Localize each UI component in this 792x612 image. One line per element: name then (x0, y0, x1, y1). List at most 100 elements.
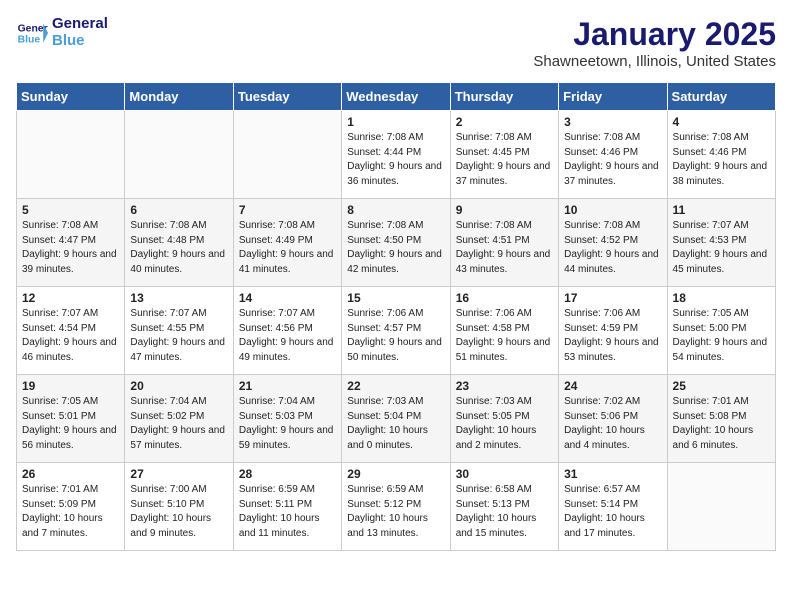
day-number: 31 (564, 467, 661, 481)
day-info: Sunrise: 7:00 AM Sunset: 5:10 PM Dayligh… (130, 483, 227, 541)
day-info: Sunrise: 7:01 AM Sunset: 5:08 PM Dayligh… (673, 395, 770, 453)
day-number: 12 (22, 291, 119, 305)
day-number: 27 (130, 467, 227, 481)
calendar-day-cell: 31Sunrise: 6:57 AM Sunset: 5:14 PM Dayli… (559, 463, 667, 551)
day-number: 24 (564, 379, 661, 393)
weekday-header: Friday (559, 83, 667, 111)
calendar-day-cell: 19 Sunrise: 7:05 AM Sunset: 5:01 PM Dayli… (17, 375, 125, 463)
svg-text:Blue: Blue (18, 34, 41, 45)
day-number: 4 (673, 115, 770, 129)
weekday-header: Sunday (17, 83, 125, 111)
calendar-day-cell: 8 Sunrise: 7:08 AM Sunset: 4:50 PM Daylig… (342, 199, 450, 287)
day-info: Sunrise: 7:06 AM Sunset: 4:59 PM Dayligh… (564, 307, 661, 365)
day-number: 11 (673, 203, 770, 217)
weekday-header: Saturday (667, 83, 775, 111)
day-number: 3 (564, 115, 661, 129)
logo: General Blue General Blue (16, 16, 108, 49)
day-info: Sunrise: 7:07 AM Sunset: 4:54 PM Dayligh… (22, 307, 119, 365)
day-info: Sunrise: 7:05 AM Sunset: 5:01 PM Dayligh… (22, 395, 119, 453)
logo-blue: Blue (52, 33, 108, 50)
calendar-day-cell: 27 Sunrise: 7:00 AM Sunset: 5:10 PM Dayli… (125, 463, 233, 551)
calendar-day-cell: 18 Sunrise: 7:05 AM Sunset: 5:00 PM Dayli… (667, 287, 775, 375)
day-info: Sunrise: 7:08 AM Sunset: 4:50 PM Dayligh… (347, 219, 444, 277)
weekday-header: Tuesday (233, 83, 341, 111)
day-number: 16 (456, 291, 553, 305)
calendar-day-cell (233, 111, 341, 199)
calendar-day-cell: 16 Sunrise: 7:06 AM Sunset: 4:58 PM Dayli… (450, 287, 558, 375)
day-number: 7 (239, 203, 336, 217)
calendar-day-cell (667, 463, 775, 551)
day-number: 8 (347, 203, 444, 217)
day-number: 22 (347, 379, 444, 393)
calendar-day-cell: 12 Sunrise: 7:07 AM Sunset: 4:54 PM Dayli… (17, 287, 125, 375)
calendar-week-row: 12 Sunrise: 7:07 AM Sunset: 4:54 PM Dayli… (17, 287, 776, 375)
day-info: Sunrise: 7:04 AM Sunset: 5:03 PM Dayligh… (239, 395, 336, 453)
day-number: 23 (456, 379, 553, 393)
day-number: 5 (22, 203, 119, 217)
calendar-week-row: 5Sunrise: 7:08 AM Sunset: 4:47 PM Daylig… (17, 199, 776, 287)
calendar-day-cell: 21 Sunrise: 7:04 AM Sunset: 5:03 PM Dayli… (233, 375, 341, 463)
calendar-title: January 2025 (533, 16, 776, 53)
day-number: 18 (673, 291, 770, 305)
calendar-week-row: 19 Sunrise: 7:05 AM Sunset: 5:01 PM Dayli… (17, 375, 776, 463)
day-info: Sunrise: 7:08 AM Sunset: 4:44 PM Dayligh… (347, 131, 444, 189)
calendar-day-cell: 30 Sunrise: 6:58 AM Sunset: 5:13 PM Dayli… (450, 463, 558, 551)
calendar-day-cell: 24Sunrise: 7:02 AM Sunset: 5:06 PM Dayli… (559, 375, 667, 463)
calendar-day-cell: 10Sunrise: 7:08 AM Sunset: 4:52 PM Dayli… (559, 199, 667, 287)
calendar-day-cell (17, 111, 125, 199)
day-info: Sunrise: 6:58 AM Sunset: 5:13 PM Dayligh… (456, 483, 553, 541)
calendar-day-cell: 1 Sunrise: 7:08 AM Sunset: 4:44 PM Daylig… (342, 111, 450, 199)
calendar-day-cell: 7Sunrise: 7:08 AM Sunset: 4:49 PM Daylig… (233, 199, 341, 287)
calendar-day-cell: 3Sunrise: 7:08 AM Sunset: 4:46 PM Daylig… (559, 111, 667, 199)
calendar-day-cell: 17 Sunrise: 7:06 AM Sunset: 4:59 PM Dayli… (559, 287, 667, 375)
day-info: Sunrise: 7:03 AM Sunset: 5:05 PM Dayligh… (456, 395, 553, 453)
calendar-week-row: 26 Sunrise: 7:01 AM Sunset: 5:09 PM Dayli… (17, 463, 776, 551)
calendar-week-row: 1 Sunrise: 7:08 AM Sunset: 4:44 PM Daylig… (17, 111, 776, 199)
day-info: Sunrise: 7:06 AM Sunset: 4:58 PM Dayligh… (456, 307, 553, 365)
day-number: 15 (347, 291, 444, 305)
logo-icon: General Blue (16, 17, 48, 49)
day-number: 13 (130, 291, 227, 305)
day-info: Sunrise: 7:06 AM Sunset: 4:57 PM Dayligh… (347, 307, 444, 365)
weekday-header-row: SundayMondayTuesdayWednesdayThursdayFrid… (17, 83, 776, 111)
day-number: 14 (239, 291, 336, 305)
day-number: 6 (130, 203, 227, 217)
calendar-day-cell: 11 Sunrise: 7:07 AM Sunset: 4:53 PM Dayli… (667, 199, 775, 287)
title-block: January 2025 Shawneetown, Illinois, Unit… (533, 16, 776, 70)
day-info: Sunrise: 7:08 AM Sunset: 4:45 PM Dayligh… (456, 131, 553, 189)
day-number: 2 (456, 115, 553, 129)
calendar-day-cell: 28Sunrise: 6:59 AM Sunset: 5:11 PM Dayli… (233, 463, 341, 551)
weekday-header: Thursday (450, 83, 558, 111)
day-number: 10 (564, 203, 661, 217)
day-info: Sunrise: 7:08 AM Sunset: 4:51 PM Dayligh… (456, 219, 553, 277)
calendar-day-cell: 22Sunrise: 7:03 AM Sunset: 5:04 PM Dayli… (342, 375, 450, 463)
logo-general: General (52, 16, 108, 33)
day-number: 1 (347, 115, 444, 129)
day-number: 25 (673, 379, 770, 393)
day-number: 26 (22, 467, 119, 481)
day-info: Sunrise: 7:08 AM Sunset: 4:46 PM Dayligh… (673, 131, 770, 189)
day-info: Sunrise: 7:04 AM Sunset: 5:02 PM Dayligh… (130, 395, 227, 453)
calendar-table: SundayMondayTuesdayWednesdayThursdayFrid… (16, 82, 776, 551)
calendar-subtitle: Shawneetown, Illinois, United States (533, 53, 776, 70)
calendar-day-cell: 25 Sunrise: 7:01 AM Sunset: 5:08 PM Dayli… (667, 375, 775, 463)
day-info: Sunrise: 7:07 AM Sunset: 4:53 PM Dayligh… (673, 219, 770, 277)
day-info: Sunrise: 7:05 AM Sunset: 5:00 PM Dayligh… (673, 307, 770, 365)
day-number: 19 (22, 379, 119, 393)
calendar-day-cell: 14Sunrise: 7:07 AM Sunset: 4:56 PM Dayli… (233, 287, 341, 375)
day-number: 29 (347, 467, 444, 481)
calendar-day-cell: 15 Sunrise: 7:06 AM Sunset: 4:57 PM Dayli… (342, 287, 450, 375)
day-number: 9 (456, 203, 553, 217)
day-number: 17 (564, 291, 661, 305)
day-info: Sunrise: 6:59 AM Sunset: 5:11 PM Dayligh… (239, 483, 336, 541)
day-number: 30 (456, 467, 553, 481)
day-info: Sunrise: 7:01 AM Sunset: 5:09 PM Dayligh… (22, 483, 119, 541)
page-header: General Blue General Blue January 2025 S… (16, 16, 776, 70)
weekday-header: Wednesday (342, 83, 450, 111)
calendar-day-cell: 4 Sunrise: 7:08 AM Sunset: 4:46 PM Daylig… (667, 111, 775, 199)
calendar-day-cell: 23 Sunrise: 7:03 AM Sunset: 5:05 PM Dayli… (450, 375, 558, 463)
calendar-day-cell: 29Sunrise: 6:59 AM Sunset: 5:12 PM Dayli… (342, 463, 450, 551)
calendar-day-cell: 2 Sunrise: 7:08 AM Sunset: 4:45 PM Daylig… (450, 111, 558, 199)
day-number: 21 (239, 379, 336, 393)
calendar-day-cell: 13Sunrise: 7:07 AM Sunset: 4:55 PM Dayli… (125, 287, 233, 375)
